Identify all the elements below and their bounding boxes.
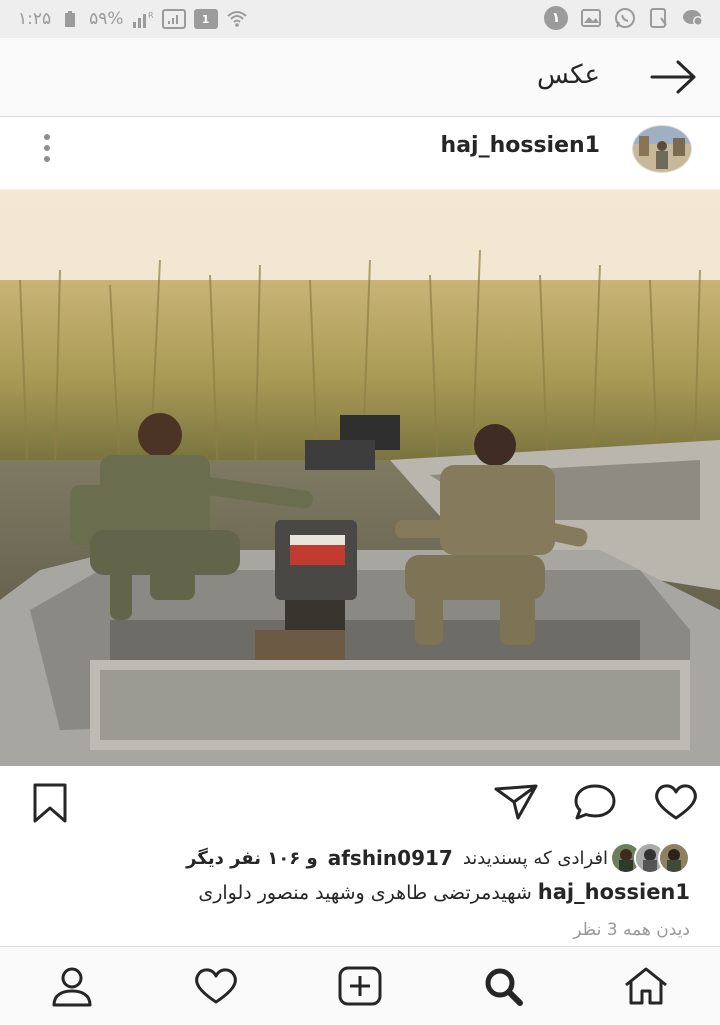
caption-text: شهیدمرتضی طاهری وشهید منصور دلواری [198,882,532,904]
download-icon [648,7,670,29]
heart-icon[interactable] [652,782,697,822]
page-title: عکس [536,60,600,90]
profile-icon[interactable] [48,965,96,1007]
liked-by-user[interactable]: afshin0917 [328,846,453,870]
notification-count-badge: ۱ [544,6,568,30]
post-caption: haj_hossien1 شهیدمرتضی طاهری وشهید منصور… [30,880,690,904]
more-options-icon[interactable] [36,133,58,163]
clock: ۱:۲۵ [18,9,52,29]
status-bar: ۱:۲۵ ۵۹% R 1 ۱ [0,0,720,38]
status-bar-right: ۱ [544,6,704,30]
battery-icon [59,8,81,30]
signal-label: R [148,11,154,20]
liked-by-prefix: افرادی که پسندیدند [462,847,608,869]
view-comments-link[interactable]: دیدن همه 3 نظر [573,920,690,940]
post-actions [0,770,720,832]
signal-icon: R [132,8,154,30]
bottom-nav [0,946,720,1025]
battery-percent: ۵۹% [89,9,124,29]
arrow-icon[interactable] [648,58,698,96]
app-bar: عکس [0,38,720,117]
share-icon[interactable] [492,782,538,822]
search-icon[interactable] [480,965,528,1007]
messages-icon [682,7,704,29]
caption-username[interactable]: haj_hossien1 [538,880,690,904]
avatar[interactable] [632,125,692,173]
gallery-icon [580,7,602,29]
post-username[interactable]: haj_hossien1 [441,133,600,158]
post-image[interactable] [0,190,720,766]
add-post-icon[interactable] [336,965,384,1007]
status-bar-left: ۱:۲۵ ۵۹% R 1 [18,8,248,30]
sim-icon [161,9,186,29]
activity-heart-icon[interactable] [192,965,240,1007]
wifi-icon [226,8,248,30]
liked-by-row[interactable]: افرادی که پسندیدند afshin0917 و ۱۰۶ نفر … [186,842,690,874]
sim-box: 1 [193,9,218,29]
comment-icon[interactable] [572,782,616,822]
home-icon[interactable] [622,965,670,1007]
liked-by-suffix[interactable]: و ۱۰۶ نفر دیگر [186,848,318,869]
post-header: haj_hossien1 [0,117,720,190]
whatsapp-icon [614,7,636,29]
avatar [658,842,690,874]
bookmark-icon[interactable] [30,782,70,823]
liker-avatars [610,842,690,874]
